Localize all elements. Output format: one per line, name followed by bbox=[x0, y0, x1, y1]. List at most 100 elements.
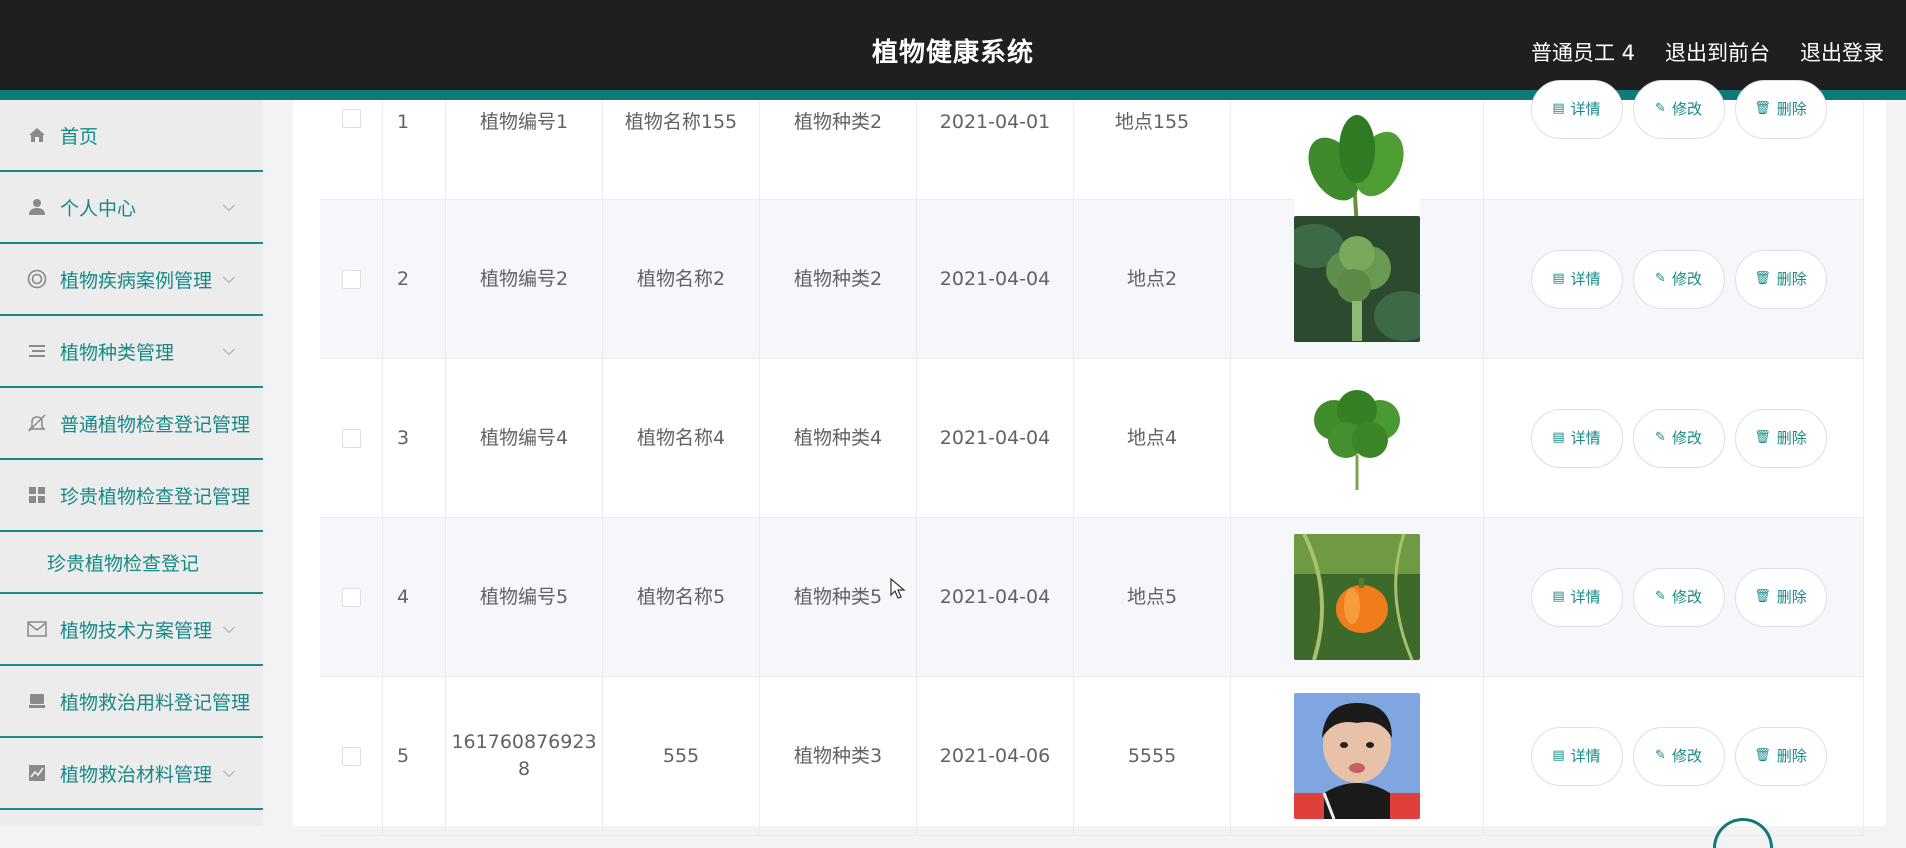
edit-button[interactable]: ✎ 修改 bbox=[1632, 408, 1725, 468]
sidebar-item-label: 个人中心 bbox=[60, 197, 137, 220]
sidebar-item-label: 植物救治材料管理 bbox=[60, 763, 213, 786]
plant-name: 植物名称5 bbox=[603, 518, 760, 676]
row-index: 4 bbox=[383, 518, 446, 676]
sidebar-item-plant-types[interactable]: 植物种类管理 ⌵ bbox=[0, 316, 263, 388]
sidebar-subitem-rare-check-register[interactable]: 珍贵植物检查登记 bbox=[0, 532, 263, 594]
table-row: 5 161760876923 8 555 植物种类3 2021-04-06 5555 ▤ 详情… bbox=[320, 677, 1864, 836]
sidebar-item-tech-plans[interactable]: 植物技术方案管理 ⌵ bbox=[0, 594, 263, 666]
plant-number: 植物编号5 bbox=[446, 518, 603, 676]
sidebar-item-label: 植物种类管理 bbox=[60, 341, 175, 364]
plant-image bbox=[1231, 100, 1484, 235]
scrollbar[interactable] bbox=[1886, 100, 1906, 826]
plant-type: 植物种类3 bbox=[760, 677, 917, 835]
check-date: 2021-04-06 bbox=[917, 677, 1074, 835]
trash-icon: 🗑 bbox=[1754, 101, 1771, 117]
document-icon: ▤ bbox=[1552, 588, 1565, 604]
sidebar-item-label: 普通植物检查登记管理 bbox=[60, 413, 251, 436]
edit-button[interactable]: ✎ 修改 bbox=[1632, 80, 1725, 139]
sidebar-item-profile[interactable]: 个人中心 ⌵ bbox=[0, 172, 263, 244]
sidebar-item-label: 珍贵植物检查登记管理 bbox=[60, 485, 251, 508]
row-actions: ▤ 详情 ✎ 修改 🗑 删除 bbox=[1484, 80, 1864, 199]
printer-icon bbox=[26, 690, 48, 712]
row-checkbox[interactable] bbox=[341, 746, 361, 766]
plant-image bbox=[1231, 359, 1484, 517]
sidebar-item-label: 植物技术方案管理 bbox=[60, 619, 213, 642]
pencil-icon: ✎ bbox=[1655, 101, 1666, 117]
sidebar-item-label: 植物救治用料登记管理 bbox=[60, 691, 251, 714]
header-actions: 普通员工 4 退出到前台 退出登录 bbox=[1531, 37, 1884, 67]
delete-button[interactable]: 🗑 删除 bbox=[1734, 408, 1827, 468]
row-index: 5 bbox=[383, 677, 446, 835]
row-checkbox[interactable] bbox=[341, 109, 361, 128]
sidebar-item-label: 植物疾病案例管理 bbox=[60, 269, 213, 292]
delete-button[interactable]: 🗑 删除 bbox=[1734, 726, 1827, 786]
location: 地点5 bbox=[1074, 518, 1231, 676]
trash-icon: 🗑 bbox=[1754, 588, 1771, 604]
check-date: 2021-04-04 bbox=[917, 359, 1074, 517]
detail-button[interactable]: ▤ 详情 bbox=[1530, 80, 1623, 139]
logout-link[interactable]: 退出登录 bbox=[1800, 37, 1884, 67]
user-label[interactable]: 普通员工 4 bbox=[1531, 37, 1635, 67]
sidebar-item-disease-cases[interactable]: 植物疾病案例管理 ⌵ bbox=[0, 244, 263, 316]
row-actions: ▤ 详情 ✎ 修改 🗑 删除 bbox=[1484, 677, 1864, 835]
row-checkbox[interactable] bbox=[341, 428, 361, 448]
trash-icon: 🗑 bbox=[1754, 429, 1771, 445]
edit-button[interactable]: ✎ 修改 bbox=[1632, 249, 1725, 309]
detail-button[interactable]: ▤ 详情 bbox=[1530, 408, 1623, 468]
chevron-down-icon: ⌵ bbox=[222, 268, 235, 287]
delete-button[interactable]: 🗑 删除 bbox=[1734, 567, 1827, 627]
sidebar-item-rare-check[interactable]: 珍贵植物检查登记管理 bbox=[0, 460, 263, 532]
front-link[interactable]: 退出到前台 bbox=[1665, 37, 1770, 67]
grid-icon bbox=[26, 484, 48, 506]
list-icon bbox=[26, 340, 48, 362]
plant-number: 植物编号2 bbox=[446, 200, 603, 358]
chevron-down-icon: ⌵ bbox=[222, 618, 235, 637]
sidebar-item-rescue-materials[interactable]: 植物救治材料管理 ⌵ bbox=[0, 738, 263, 810]
row-actions: ▤ 详情 ✎ 修改 🗑 删除 bbox=[1484, 359, 1864, 517]
plant-type: 植物种类4 bbox=[760, 359, 917, 517]
edit-button[interactable]: ✎ 修改 bbox=[1632, 567, 1725, 627]
row-index: 2 bbox=[383, 200, 446, 358]
table-row: 2 植物编号2 植物名称2 植物种类2 2021-04-04 地点2 ▤ 详情 ✎ 修改 🗑 删除 bbox=[320, 200, 1864, 359]
sidebar-item-rescue-usage[interactable]: 植物救治用料登记管理 bbox=[0, 666, 263, 738]
row-checkbox-cell bbox=[320, 100, 383, 199]
delete-button[interactable]: 🗑 删除 bbox=[1734, 80, 1827, 139]
plant-number: 161760876923 8 bbox=[446, 677, 603, 835]
detail-button[interactable]: ▤ 详情 bbox=[1530, 567, 1623, 627]
document-icon: ▤ bbox=[1552, 747, 1565, 763]
target-icon bbox=[26, 268, 48, 290]
chevron-down-icon: ⌵ bbox=[222, 762, 235, 781]
row-checkbox[interactable] bbox=[341, 269, 361, 289]
chart-icon bbox=[26, 762, 48, 784]
plant-type: 植物种类2 bbox=[760, 200, 917, 358]
row-checkbox-cell bbox=[320, 677, 383, 835]
delete-button[interactable]: 🗑 删除 bbox=[1734, 249, 1827, 309]
location: 地点2 bbox=[1074, 200, 1231, 358]
plant-number: 植物编号4 bbox=[446, 359, 603, 517]
data-table: 1 植物编号1 植物名称155 植物种类2 2021-04-01 地点155 ▤ 详情 ✎ 修改 🗑… bbox=[320, 80, 1864, 836]
row-checkbox[interactable] bbox=[341, 587, 361, 607]
table-row: 4 植物编号5 植物名称5 植物种类5 2021-04-04 地点5 ▤ 详情 ✎ 修改 🗑 删除 bbox=[320, 518, 1864, 677]
sidebar-item-normal-check[interactable]: 普通植物检查登记管理 bbox=[0, 388, 263, 460]
document-icon: ▤ bbox=[1552, 270, 1565, 286]
pencil-icon: ✎ bbox=[1655, 270, 1666, 286]
edit-button[interactable]: ✎ 修改 bbox=[1632, 726, 1725, 786]
sidebar-item-home[interactable]: 首页 bbox=[0, 100, 263, 172]
plant-image bbox=[1231, 518, 1484, 676]
plant-type: 植物种类2 bbox=[760, 100, 917, 199]
row-checkbox-cell bbox=[320, 518, 383, 676]
pencil-icon: ✎ bbox=[1655, 588, 1666, 604]
pencil-icon: ✎ bbox=[1655, 429, 1666, 445]
location: 地点155 bbox=[1074, 100, 1231, 199]
document-icon: ▤ bbox=[1552, 101, 1565, 117]
check-date: 2021-04-04 bbox=[917, 518, 1074, 676]
chevron-down-icon: ⌵ bbox=[222, 340, 235, 359]
home-icon bbox=[26, 124, 48, 146]
detail-button[interactable]: ▤ 详情 bbox=[1530, 726, 1623, 786]
row-checkbox-cell bbox=[320, 359, 383, 517]
sidebar-item-label: 首页 bbox=[60, 125, 99, 148]
location: 5555 bbox=[1074, 677, 1231, 835]
row-checkbox-cell bbox=[320, 200, 383, 358]
detail-button[interactable]: ▤ 详情 bbox=[1530, 249, 1623, 309]
table-row: 3 植物编号4 植物名称4 植物种类4 2021-04-04 地点4 ▤ 详情 ✎ 修改 🗑 删除 bbox=[320, 359, 1864, 518]
